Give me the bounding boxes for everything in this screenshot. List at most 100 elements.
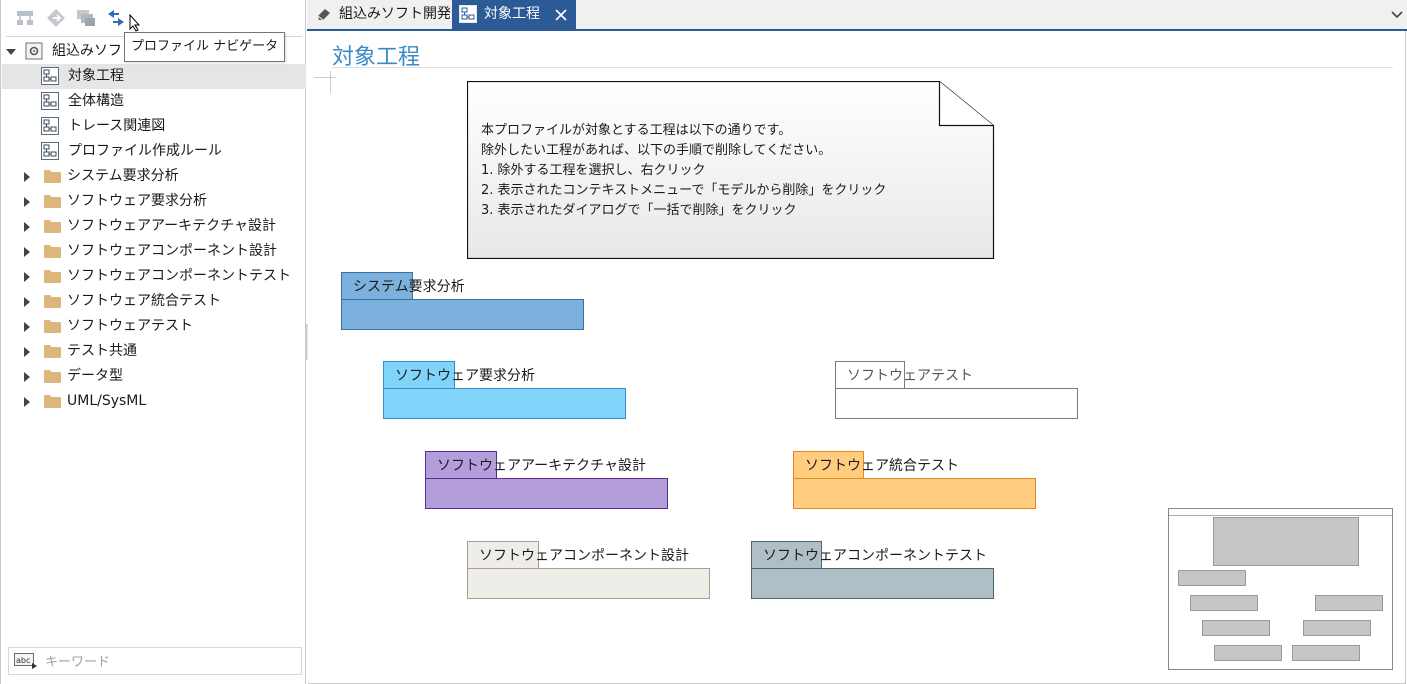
chevron-down-icon[interactable] [1391, 11, 1403, 19]
tab-label: 対象工程 [484, 6, 540, 22]
chevron-right-icon[interactable] [24, 297, 30, 307]
tree-item-folder[interactable]: データ型 [2, 364, 306, 389]
package-body [793, 478, 1036, 509]
tooltip: プロファイル ナビゲータ [124, 32, 286, 62]
tree-item-label: ソフトウェアコンポーネントテスト [67, 268, 291, 284]
note-line: 1. 除外する工程を選択し、右クリック [481, 163, 706, 178]
tab-embedded-software[interactable]: 組込みソフト開発 [307, 0, 452, 29]
editor-tab-bar: 組込みソフト開発 対象工程 [307, 0, 1407, 31]
tree-item-diagram[interactable]: 対象工程 [2, 64, 306, 89]
tree-item-folder[interactable]: ソフトウェアコンポーネント設計 [2, 239, 306, 264]
package-element[interactable]: ソフトウェアコンポーネント設計 [467, 541, 710, 599]
chevron-right-icon[interactable] [24, 372, 30, 382]
minimap-package [1315, 595, 1383, 611]
folder-icon [44, 395, 61, 408]
stacked-windows-icon[interactable] [75, 7, 97, 29]
class-diagram-icon [459, 5, 477, 23]
chevron-right-icon[interactable] [24, 272, 30, 282]
package-element[interactable]: ソフトウェアテスト [835, 361, 1078, 419]
tree-item-folder[interactable]: ソフトウェア統合テスト [2, 289, 306, 314]
tree-item-label: ソフトウェアテスト [67, 318, 193, 334]
tree-item-diagram[interactable]: プロファイル作成ルール [2, 139, 306, 164]
minimap-package [1178, 570, 1246, 586]
overview-minimap[interactable] [1168, 508, 1393, 670]
class-diagram-icon [41, 142, 59, 160]
eraser-icon [317, 9, 330, 21]
chevron-right-icon[interactable] [24, 247, 30, 257]
note-line: 除外したい工程があれば、以下の手順で削除してください。 [481, 143, 832, 158]
mouse-cursor-icon [129, 13, 141, 32]
crosshair-mark [314, 77, 336, 78]
tree-item-label: ソフトウェアアーキテクチャ設計 [67, 218, 277, 234]
package-element[interactable]: ソフトウェアコンポーネントテスト [751, 541, 994, 599]
class-diagram-icon [41, 117, 59, 135]
package-element[interactable]: システム要求分析 [341, 272, 584, 330]
abc-search-icon: abc [14, 653, 37, 669]
tree-item-label: 全体構造 [68, 93, 124, 109]
tree-item-diagram[interactable]: トレース関連図 [2, 114, 306, 139]
package-name: ソフトウェア統合テスト [805, 458, 959, 474]
tree-item-folder[interactable]: ソフトウェアコンポーネントテスト [2, 264, 306, 289]
package-name: ソフトウェアコンポーネント設計 [479, 548, 689, 564]
package-body [467, 568, 710, 599]
tree-item-folder[interactable]: ソフトウェアテスト [2, 314, 306, 339]
diamond-arrow-icon[interactable] [45, 7, 67, 29]
tree-item-folder[interactable]: システム要求分析 [2, 164, 306, 189]
minimap-package [1292, 645, 1360, 661]
minimap-package [1190, 595, 1258, 611]
folder-icon [44, 220, 61, 233]
minimap-package [1214, 645, 1282, 661]
folder-icon [44, 195, 61, 208]
tree-item-folder[interactable]: ソフトウェアアーキテクチャ設計 [2, 214, 306, 239]
chevron-right-icon[interactable] [24, 222, 30, 232]
tree-item-label: UML/SysML [67, 393, 147, 409]
package-name: システム要求分析 [353, 279, 465, 295]
package-name: ソフトウェアアーキテクチャ設計 [437, 458, 647, 474]
hierarchy-icon[interactable] [14, 7, 36, 29]
minimap-package [1303, 620, 1371, 636]
diagram-canvas[interactable]: 対象工程 本プロファイルが対象とする工程は以下の通りです。 除外したい工程があれば… [308, 31, 1406, 684]
chevron-right-icon[interactable] [24, 197, 30, 207]
tree-item-folder[interactable]: UML/SysML [2, 389, 306, 414]
folder-icon [44, 370, 61, 383]
package-body [425, 478, 668, 509]
tree-item-diagram[interactable]: 全体構造 [2, 89, 306, 114]
package-element[interactable]: ソフトウェア要求分析 [383, 361, 626, 419]
chevron-right-icon[interactable] [24, 172, 30, 182]
close-icon[interactable] [555, 9, 567, 21]
package-element[interactable]: ソフトウェア統合テスト [793, 451, 1036, 509]
chevron-right-icon[interactable] [24, 397, 30, 407]
tree-item-label: データ型 [67, 368, 123, 384]
class-diagram-icon [41, 67, 59, 85]
minimap-package [1202, 620, 1270, 636]
package-body [383, 388, 626, 419]
project-gear-icon [25, 42, 43, 60]
tree-item-label: トレース関連図 [68, 118, 166, 134]
chevron-right-icon[interactable] [24, 322, 30, 332]
chevron-down-icon[interactable] [6, 49, 16, 55]
package-body [341, 299, 584, 330]
note-line: 3. 表示されたダイアログで「一括で削除」をクリック [481, 203, 797, 218]
tree-item-label: プロファイル作成ルール [68, 143, 222, 159]
tree-item-label: ソフトウェア統合テスト [67, 293, 221, 309]
note-element[interactable]: 本プロファイルが対象とする工程は以下の通りです。除外したい工程があれば、以下の手… [467, 81, 995, 259]
keyword-search[interactable]: abc [8, 647, 302, 675]
package-body [751, 568, 994, 599]
chevron-right-icon[interactable] [24, 347, 30, 357]
tree-item-label: システム要求分析 [67, 168, 179, 184]
folder-icon [44, 270, 61, 283]
tree-item-folder[interactable]: テスト共通 [2, 339, 306, 364]
sync-navigator-icon[interactable] [105, 7, 127, 29]
keyword-input[interactable] [43, 651, 297, 673]
folder-icon [44, 170, 61, 183]
svg-text:abc: abc [16, 656, 30, 665]
tree-item-label: テスト共通 [67, 343, 137, 359]
title-divider [332, 67, 1393, 68]
class-diagram-icon [41, 92, 59, 110]
tree-item-folder[interactable]: ソフトウェア要求分析 [2, 189, 306, 214]
tab-target-process[interactable]: 対象工程 [452, 0, 576, 29]
note-line: 本プロファイルが対象とする工程は以下の通りです。 [481, 123, 792, 138]
profile-navigator-pane: 組込みソフト開発 対象工程 全体構造 トレース関連図 プロファイル作成ルール システム… [0, 0, 306, 684]
tab-label: 組込みソフト開発 [339, 6, 451, 22]
package-element[interactable]: ソフトウェアアーキテクチャ設計 [425, 451, 668, 509]
